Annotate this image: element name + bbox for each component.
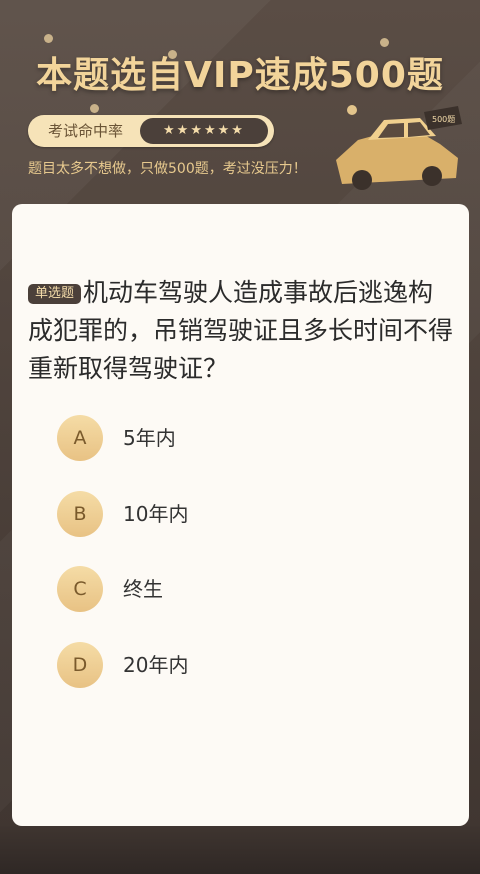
footer-background [0,826,480,874]
question-text: 机动车驾驶人造成事故后逃逸构成犯罪的，吊销驾驶证且多长时间不得重新取得驾驶证？ [28,278,454,383]
decor-dot [44,34,53,43]
slogan-text: 题目太多不想做，只做500题，考过没压力！ [28,161,307,177]
option-letter: D [57,642,103,688]
car-illustration-icon: 500题 [336,105,462,190]
option-a[interactable]: A 5年内 [57,415,417,461]
vip-title: 本题选自VIP速成500题 [36,55,444,96]
option-text: 终生 [123,577,163,601]
option-d[interactable]: D 20年内 [57,642,417,688]
option-text: 20年内 [123,653,189,677]
question-card: 单选题 机动车驾驶人造成事故后逃逸构成犯罪的，吊销驾驶证且多长时间不得重新取得驾驶… [12,204,469,826]
option-letter: A [57,415,103,461]
option-c[interactable]: C 终生 [57,566,417,612]
option-letter: B [57,491,103,537]
car-badge: 500题 [432,115,455,124]
option-text: 5年内 [123,426,176,450]
question-text-block: 单选题 机动车驾驶人造成事故后逃逸构成犯罪的，吊销驾驶证且多长时间不得重新取得驾驶… [28,274,456,388]
option-letter: C [57,566,103,612]
option-text: 10年内 [123,502,189,526]
option-b[interactable]: B 10年内 [57,491,417,537]
hit-rate-label: 考试命中率 [48,122,124,140]
hit-rate-pill: 考试命中率 ★★★★★★ [28,115,274,147]
decor-dot [90,104,99,113]
question-type-badge: 单选题 [28,284,82,304]
star-rating-icon: ★★★★★★ [140,118,268,144]
